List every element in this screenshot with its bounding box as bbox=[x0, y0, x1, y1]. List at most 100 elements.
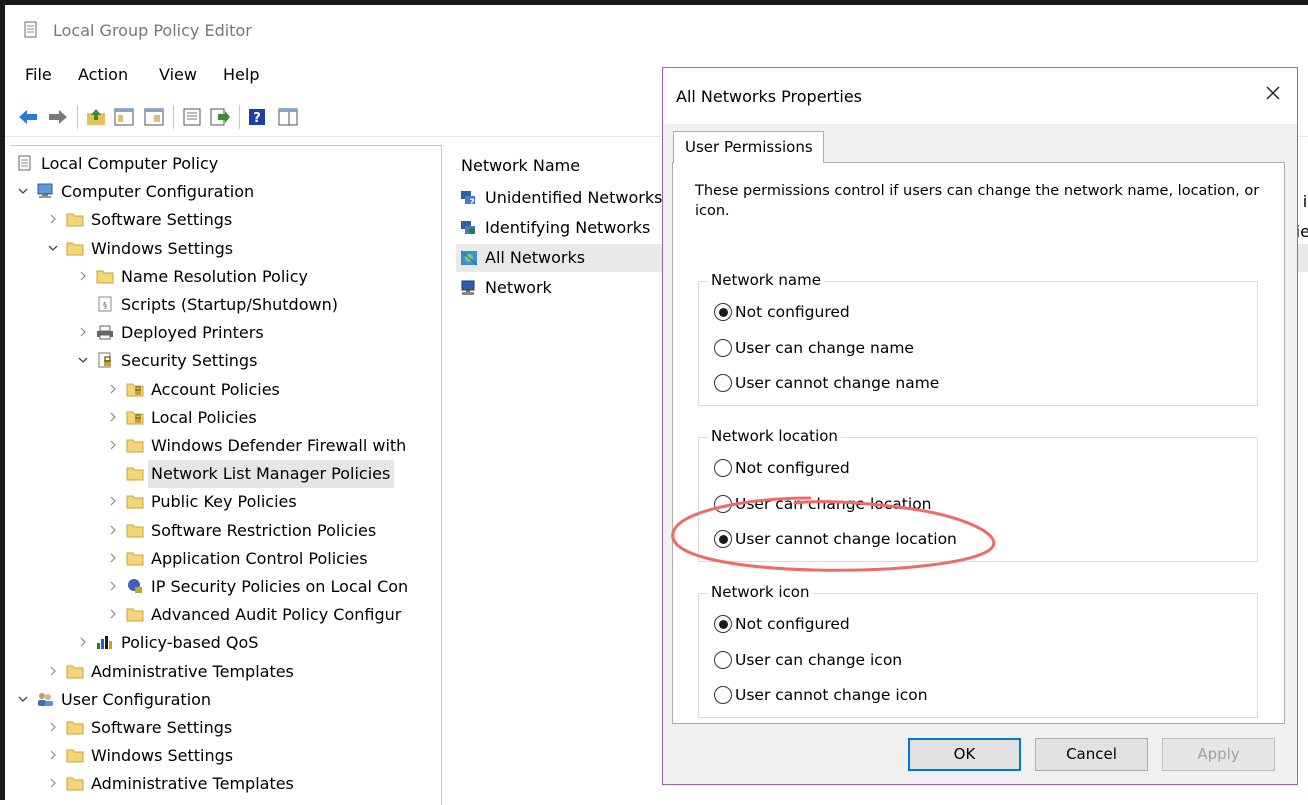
chevron-right-icon[interactable] bbox=[108, 609, 118, 619]
export-list-icon[interactable] bbox=[209, 107, 231, 127]
tree-item[interactable]: Software Settings bbox=[10, 714, 441, 742]
radio-button[interactable] bbox=[714, 494, 732, 513]
radio-label: User can change name bbox=[735, 338, 914, 357]
chevron-right-icon[interactable] bbox=[108, 412, 118, 422]
radio-label: User can change icon bbox=[735, 650, 903, 669]
apply-button[interactable]: Apply bbox=[1162, 738, 1275, 771]
svg-text:?: ? bbox=[469, 198, 474, 207]
chevron-right-icon[interactable] bbox=[108, 384, 118, 394]
radio-button[interactable] bbox=[714, 615, 732, 633]
tree-item[interactable]: Local Policies bbox=[10, 404, 441, 432]
tree-item[interactable]: Account Policies bbox=[10, 376, 441, 404]
toolbar-separator bbox=[173, 105, 174, 129]
chevron-right-icon[interactable] bbox=[108, 440, 118, 450]
radio-button[interactable] bbox=[714, 650, 732, 669]
tree-item[interactable]: Name Resolution Policy bbox=[10, 263, 441, 291]
network-name-group: Network name Not configured User can chang… bbox=[698, 271, 1258, 406]
users-icon bbox=[38, 692, 53, 706]
tree-item-label: Windows Settings bbox=[91, 746, 234, 766]
window-title: Local Group Policy Editor bbox=[53, 21, 252, 40]
chevron-right-icon[interactable] bbox=[48, 750, 58, 760]
tree-item[interactable]: § Scripts (Startup/Shutdown) bbox=[10, 291, 441, 319]
chevron-right-icon[interactable] bbox=[78, 637, 88, 647]
chevron-right-icon[interactable] bbox=[48, 666, 58, 676]
console-tree: Local Computer Policy Computer Configurat… bbox=[10, 145, 442, 805]
help-icon[interactable]: ? bbox=[247, 107, 269, 127]
folder-icon bbox=[66, 777, 84, 791]
radio-button[interactable] bbox=[714, 338, 732, 357]
radio-label: User cannot change name bbox=[735, 374, 940, 392]
back-arrow-icon[interactable] bbox=[17, 107, 39, 127]
forward-arrow-icon[interactable] bbox=[47, 107, 69, 127]
toolbar-separator bbox=[77, 105, 78, 129]
tree-item[interactable]: Advanced Audit Policy Configur bbox=[10, 601, 441, 629]
properties-icon[interactable] bbox=[181, 107, 203, 127]
radio-button[interactable] bbox=[714, 374, 732, 392]
tree-item[interactable]: Application Control Policies bbox=[10, 545, 441, 573]
tree-item-label: Advanced Audit Policy Configur bbox=[151, 605, 402, 625]
close-icon[interactable] bbox=[1259, 79, 1287, 107]
chevron-down-icon[interactable] bbox=[78, 355, 88, 365]
chevron-down-icon[interactable] bbox=[18, 694, 28, 704]
chevron-right-icon[interactable] bbox=[108, 496, 118, 506]
tree-item[interactable]: Computer Configuration bbox=[10, 178, 441, 206]
radio-button[interactable] bbox=[714, 459, 732, 477]
chevron-right-icon[interactable] bbox=[48, 214, 58, 224]
ok-button[interactable]: OK bbox=[908, 738, 1021, 771]
tree-item-label: Name Resolution Policy bbox=[121, 266, 308, 286]
list-item-label: All Networks bbox=[485, 248, 586, 267]
tree-item[interactable]: Software Settings bbox=[10, 206, 441, 234]
radio-label: Not configured bbox=[735, 615, 850, 633]
network-name-column-header[interactable]: Network Name bbox=[461, 156, 580, 175]
list-item-label: Network bbox=[485, 278, 552, 297]
chevron-right-icon[interactable] bbox=[78, 327, 88, 337]
folder-icon bbox=[66, 721, 84, 735]
menu-file[interactable]: File bbox=[25, 65, 52, 84]
tree-item[interactable]: Windows Settings bbox=[10, 742, 441, 770]
ipsec-icon bbox=[128, 579, 142, 593]
chevron-right-icon[interactable] bbox=[78, 271, 88, 281]
svg-text:?: ? bbox=[253, 111, 261, 126]
tree-item[interactable]: Windows Settings bbox=[10, 235, 441, 263]
tree-item[interactable]: Administrative Templates bbox=[10, 770, 441, 798]
show-hide-tree-icon[interactable] bbox=[113, 107, 135, 127]
lock-folder-icon bbox=[126, 411, 144, 425]
radio-button[interactable] bbox=[714, 303, 732, 321]
chevron-right-icon[interactable] bbox=[108, 525, 118, 535]
security-icon bbox=[98, 352, 111, 368]
tree-item[interactable]: Security Settings bbox=[10, 347, 441, 375]
tree-item[interactable]: Local Computer Policy bbox=[10, 150, 441, 178]
radio-button[interactable] bbox=[714, 686, 732, 704]
tree-item-label: Software Restriction Policies bbox=[151, 520, 377, 540]
tree-item[interactable]: IP Security Policies on Local Con bbox=[10, 573, 441, 601]
up-folder-icon[interactable] bbox=[85, 107, 107, 127]
menu-help[interactable]: Help bbox=[223, 65, 259, 84]
menu-action[interactable]: Action bbox=[78, 65, 128, 84]
chevron-down-icon[interactable] bbox=[18, 186, 28, 196]
radio-label: User can change location bbox=[735, 494, 932, 513]
tree-item[interactable]: Policy-based QoS bbox=[10, 629, 441, 657]
tree-item[interactable]: Software Restriction Policies bbox=[10, 517, 441, 545]
tree-item[interactable]: Network List Manager Policies bbox=[10, 460, 441, 489]
menu-view[interactable]: View bbox=[159, 65, 197, 84]
tree-item[interactable]: Deployed Printers bbox=[10, 319, 441, 347]
tree-item-label: Windows Defender Firewall with bbox=[151, 436, 407, 455]
printer-icon bbox=[97, 325, 113, 340]
chevron-right-icon[interactable] bbox=[108, 553, 118, 563]
chevron-right-icon[interactable] bbox=[108, 581, 118, 591]
computer-icon bbox=[37, 183, 53, 199]
tree-item[interactable]: Windows Defender Firewall with bbox=[10, 432, 441, 460]
tree-item[interactable]: User Configuration bbox=[10, 686, 441, 714]
tab-user-permissions[interactable]: User Permissions bbox=[673, 131, 824, 163]
chevron-down-icon[interactable] bbox=[48, 243, 58, 253]
tree-toggle-icon[interactable] bbox=[143, 107, 165, 127]
chevron-right-icon[interactable] bbox=[48, 722, 58, 732]
radio-button[interactable] bbox=[714, 530, 732, 548]
dialog-title-bar: All Networks Properties bbox=[663, 68, 1297, 124]
tree-item[interactable]: Public Key Policies bbox=[10, 488, 441, 516]
tree-item[interactable]: Administrative Templates bbox=[10, 658, 441, 686]
cancel-button[interactable]: Cancel bbox=[1035, 738, 1148, 771]
chevron-right-icon[interactable] bbox=[48, 778, 58, 788]
console-tree-icon[interactable] bbox=[277, 107, 299, 127]
network-icon bbox=[461, 280, 475, 295]
